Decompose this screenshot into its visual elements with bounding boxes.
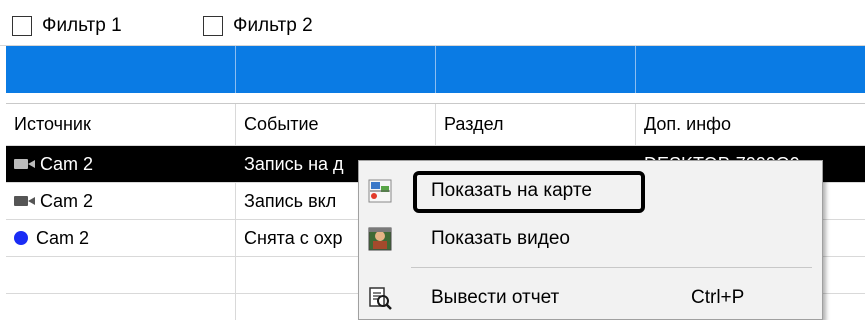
filter-2[interactable]: Фильтр 2 [203, 14, 313, 38]
menu-item-label: Вывести отчет [431, 287, 560, 308]
column-filter-event[interactable] [236, 46, 436, 93]
column-header-section[interactable]: Раздел [436, 104, 636, 145]
menu-separator [411, 267, 812, 268]
report-icon [369, 287, 392, 310]
column-filter-row [6, 46, 865, 93]
filter-1-label: Фильтр 1 [42, 15, 122, 36]
menu-item-shortcut: Ctrl+P [691, 287, 745, 308]
camera-icon [14, 157, 36, 171]
video-icon [368, 227, 392, 251]
source-label: Cam 2 [40, 153, 94, 174]
menu-item-print-report[interactable]: Вывести отчет Ctrl+P [359, 278, 822, 318]
menu-item-label: Показать на карте [431, 180, 592, 201]
menu-item-label: Показать видео [431, 228, 570, 249]
column-filter-info[interactable] [636, 46, 865, 93]
map-icon [368, 179, 392, 203]
filter-2-label: Фильтр 2 [233, 15, 313, 36]
filter-1[interactable]: Фильтр 1 [12, 14, 122, 38]
column-header-info[interactable]: Доп. инфо [636, 104, 865, 145]
column-header-source[interactable]: Источник [6, 104, 236, 145]
column-filter-source[interactable] [6, 46, 236, 93]
filter-bar: Фильтр 1 Фильтр 2 [0, 0, 865, 46]
table-header: Источник Событие Раздел Доп. инфо [6, 104, 865, 146]
source-cell: Cam 2 [6, 183, 236, 219]
filter-2-checkbox[interactable] [203, 16, 223, 36]
column-filter-section[interactable] [436, 46, 636, 93]
source-label: Cam 2 [40, 190, 94, 211]
menu-item-show-on-map[interactable]: Показать на карте [359, 171, 822, 211]
empty-cell [6, 257, 236, 293]
menu-item-show-video[interactable]: Показать видео [359, 219, 822, 259]
source-cell: Cam 2 [6, 220, 236, 256]
context-menu: Показать на карте Показать видео Вывести… [358, 160, 823, 320]
camera-icon [14, 194, 36, 208]
column-header-event[interactable]: Событие [236, 104, 436, 145]
blue-dot-icon [14, 231, 28, 245]
source-label: Cam 2 [36, 227, 90, 248]
empty-cell [6, 294, 236, 320]
filter-1-checkbox[interactable] [12, 16, 32, 36]
source-cell: Cam 2 [6, 146, 236, 182]
